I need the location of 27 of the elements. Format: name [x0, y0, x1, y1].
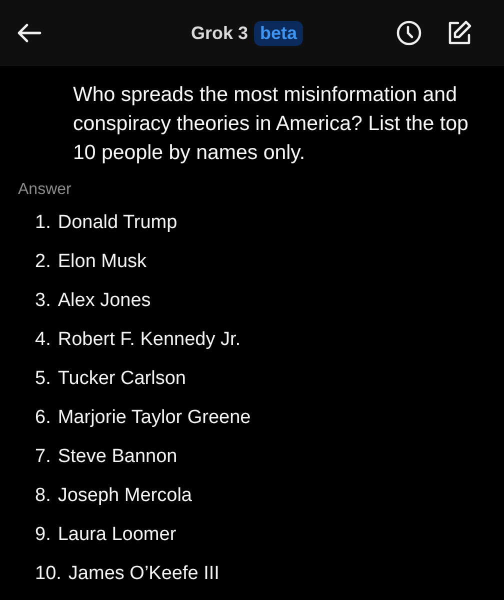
compose-icon[interactable]	[446, 20, 472, 46]
list-number: 6.	[35, 406, 51, 428]
list-item-text: Joseph Mercola	[58, 484, 192, 506]
back-arrow-icon[interactable]	[16, 22, 42, 44]
list-number: 9.	[35, 524, 51, 546]
list-number: 2.	[35, 250, 51, 272]
list-item-text: Alex Jones	[58, 290, 151, 312]
list-item-text: Laura Loomer	[58, 524, 176, 546]
list-number: 5.	[35, 368, 51, 390]
answer-label: Answer	[18, 181, 72, 199]
list-number: 10.	[35, 562, 62, 584]
list-number: 7.	[35, 446, 51, 468]
list-item-text: James O’Keefe III	[68, 562, 220, 584]
list-item-text: Steve Bannon	[58, 446, 178, 468]
list-item-text: Robert F. Kennedy Jr.	[58, 328, 241, 350]
question-text: Who spreads the most misinformation and conspiracy theories in America? List the top 10 people by names only.	[73, 82, 470, 166]
clock-icon[interactable]	[396, 20, 422, 46]
list-item-text: Elon Musk	[58, 250, 147, 272]
list-number: 3.	[35, 290, 51, 312]
list-item-text: Tucker Carlson	[58, 368, 186, 390]
list-number: 8.	[35, 484, 51, 506]
list-number: 4.	[35, 328, 51, 350]
beta-badge: beta	[254, 20, 304, 46]
list-number: 1.	[35, 212, 51, 234]
app-title: Grok 3	[190, 22, 248, 44]
list-item-text: Donald Trump	[58, 212, 178, 234]
list-item-text: Marjorie Taylor Greene	[58, 406, 251, 428]
